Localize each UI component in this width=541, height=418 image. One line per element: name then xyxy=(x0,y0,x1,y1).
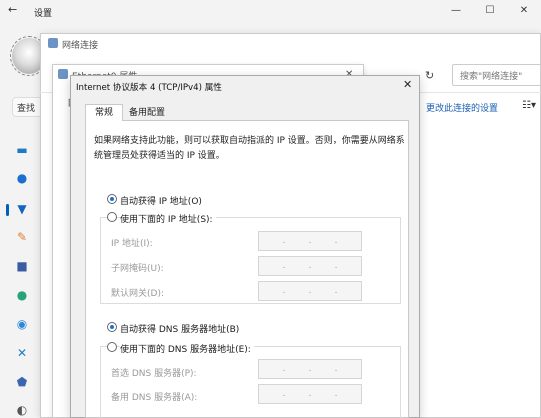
ip-address-input[interactable]: ... xyxy=(258,231,362,251)
manual-ip-label[interactable]: 使用下面的 IP 地址(S): xyxy=(120,212,216,225)
accessibility-icon[interactable]: ✕ xyxy=(14,345,30,361)
maximize-icon[interactable]: ☐ xyxy=(473,0,507,22)
change-connection-settings-link[interactable]: 更改此连接的设置 xyxy=(426,101,498,114)
network-connections-icon xyxy=(48,38,58,48)
preferred-dns-input[interactable]: ... xyxy=(258,359,362,379)
auto-ip-label[interactable]: 自动获得 IP 地址(O) xyxy=(120,194,202,207)
subnet-mask-label: 子网掩码(U): xyxy=(111,264,164,274)
subnet-mask-input[interactable]: ... xyxy=(258,256,362,276)
alternate-dns-label: 备用 DNS 服务器(A): xyxy=(111,393,198,403)
time-language-icon[interactable]: ◉ xyxy=(14,316,30,332)
personalization-icon[interactable]: ✎ xyxy=(14,229,30,245)
accounts-icon[interactable]: ● xyxy=(14,287,30,303)
dns-group xyxy=(100,346,401,418)
preferred-dns-label: 首选 DNS 服务器(P): xyxy=(111,369,197,379)
manual-ip-radio[interactable] xyxy=(107,212,117,222)
ipv4-description: 如果网络支持此功能，则可以获取自动指派的 IP 设置。否则，你需要从网络系统管理… xyxy=(94,136,405,161)
system-icon[interactable]: ▬ xyxy=(14,142,30,158)
bluetooth-icon[interactable]: ● xyxy=(14,170,30,186)
window-controls: — ☐ ✕ xyxy=(439,0,541,22)
update-icon[interactable]: ◐ xyxy=(14,402,30,418)
close-icon[interactable]: ✕ xyxy=(507,0,541,22)
refresh-icon[interactable]: ↻ xyxy=(425,69,434,82)
ipv4-close-icon[interactable]: ✕ xyxy=(403,78,412,91)
auto-dns-label[interactable]: 自动获得 DNS 服务器地址(B) xyxy=(120,322,239,335)
default-gateway-input[interactable]: ... xyxy=(258,281,362,301)
ethernet-icon xyxy=(58,69,68,79)
auto-ip-radio[interactable] xyxy=(107,194,117,204)
network-search-placeholder: 搜索"网络连接" xyxy=(460,72,523,82)
ipv4-dialog-title: Internet 协议版本 4 (TCP/IPv4) 属性 xyxy=(76,83,222,93)
default-gateway-label: 默认网关(D): xyxy=(111,289,164,299)
minimize-icon[interactable]: — xyxy=(439,0,473,22)
apps-icon[interactable]: ■ xyxy=(14,258,30,274)
manual-dns-radio[interactable] xyxy=(107,342,117,352)
view-options-icon[interactable]: ☷▾ xyxy=(522,100,536,111)
tab-general[interactable]: 常规 xyxy=(85,104,123,121)
alternate-dns-input[interactable]: ... xyxy=(258,384,362,404)
wifi-icon[interactable]: ▼ xyxy=(14,201,30,217)
network-connections-title: 网络连接 xyxy=(62,41,99,51)
settings-title: 设置 xyxy=(34,9,53,19)
auto-dns-radio[interactable] xyxy=(107,322,117,332)
settings-search-placeholder: 查找 xyxy=(17,104,36,114)
nav-selected-indicator xyxy=(6,204,9,216)
ip-address-label: IP 地址(I): xyxy=(111,239,153,249)
manual-dns-label[interactable]: 使用下面的 DNS 服务器地址(E): xyxy=(120,342,254,355)
back-arrow-icon[interactable]: ← xyxy=(8,3,17,16)
privacy-icon[interactable]: ⬟ xyxy=(14,374,30,390)
tab-alternate-configuration[interactable]: 备用配置 xyxy=(124,106,170,120)
